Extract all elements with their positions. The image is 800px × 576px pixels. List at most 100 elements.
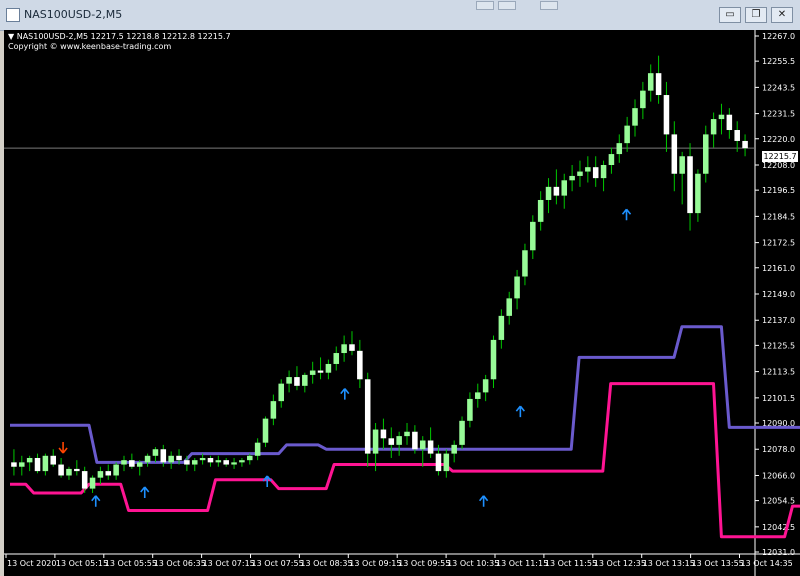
candle-body: [42, 455, 49, 472]
mdi-close-icon[interactable]: [540, 1, 558, 10]
y-tick-label: 12196.5: [762, 186, 795, 195]
candle-body: [569, 175, 575, 181]
candle-body: [726, 114, 733, 131]
candle-body: [396, 436, 402, 445]
candle-body: [718, 114, 725, 120]
arrow-up-icon: [515, 405, 525, 418]
arrow-up-icon: [340, 388, 350, 400]
candle-body: [435, 453, 442, 472]
y-tick-label: 12078.0: [762, 445, 795, 454]
y-tick-label: 12255.5: [762, 57, 795, 66]
window-titlebar: NAS100USD-2,M5 ▭ ❐ ✕: [0, 0, 800, 31]
x-tick-label: 13 Oct 09:15: [349, 559, 401, 568]
candle-body: [443, 453, 450, 472]
candle-body: [239, 460, 245, 463]
minimize-icon: ▭: [725, 9, 735, 20]
y-tick-label: 12267.0: [762, 32, 795, 41]
x-tick-label: 13 Oct 11:55: [545, 559, 597, 568]
mdi-restore-icon[interactable]: [476, 1, 494, 10]
x-tick-label: 13 Oct 09:55: [398, 559, 450, 568]
arrow-up-icon: [478, 495, 489, 507]
candle-body: [553, 186, 560, 196]
candle-body: [11, 462, 17, 467]
candle-body: [58, 464, 64, 476]
candle-body: [671, 134, 678, 174]
close-button[interactable]: ✕: [771, 7, 793, 23]
candle-body: [294, 377, 300, 386]
candle-body: [404, 431, 410, 437]
chart-window-icon: [6, 8, 20, 22]
candle-body: [364, 379, 371, 454]
candle-body: [561, 180, 568, 196]
candle-body: [537, 199, 544, 222]
candle-body: [34, 457, 41, 472]
candle-body: [270, 401, 277, 419]
candle-body: [475, 392, 481, 399]
y-tick-label: 12208.0: [762, 161, 795, 170]
arrow-up-icon: [91, 495, 101, 507]
arrow-up-icon: [140, 486, 150, 498]
candle-body: [608, 154, 615, 165]
candle-body: [514, 276, 520, 299]
candle-body: [498, 315, 505, 340]
minimize-button[interactable]: ▭: [719, 7, 741, 23]
window-title: NAS100USD-2,M5: [24, 8, 123, 21]
candle-body: [734, 130, 740, 141]
candle-body: [412, 431, 418, 450]
y-tick-label: 12137.0: [762, 316, 795, 325]
candle-body: [490, 339, 497, 380]
x-tick-label: 13 Oct 07:15: [203, 559, 255, 568]
candle-body: [530, 221, 536, 251]
price-chart[interactable]: 12267.0 12255.5 12243.5 12231.5 12220.0 12208…: [4, 30, 800, 576]
candle-body: [89, 477, 96, 489]
candle-body: [341, 344, 347, 354]
candle-body: [695, 173, 701, 214]
y-tick-label: 12149.0: [762, 290, 795, 299]
candle-body: [577, 171, 583, 176]
x-tick-label: 13 Oct 13:55: [692, 559, 744, 568]
chart-copyright: Copyright © www.keenbase-trading.com: [8, 42, 172, 51]
candle-body: [81, 471, 88, 489]
candle-body: [592, 167, 599, 179]
x-tick-label: 13 Oct 05:55: [105, 559, 157, 568]
candle-body: [451, 444, 457, 454]
candle-body: [199, 457, 206, 461]
mdi-maximize-icon[interactable]: [498, 1, 516, 10]
candle-body: [655, 73, 662, 96]
candle-body: [687, 156, 693, 214]
chart-canvas[interactable]: 12267.0 12255.5 12243.5 12231.5 12220.0 12208…: [4, 30, 800, 576]
maximize-button[interactable]: ❐: [745, 7, 767, 23]
x-tick-label: 13 Oct 08:35: [300, 559, 352, 568]
candle-body: [50, 455, 57, 465]
x-tick-label: 13 Oct 2020: [7, 559, 56, 568]
candle-body: [317, 370, 324, 373]
chart-menu-arrow-icon[interactable]: ▼: [8, 32, 14, 41]
candle-body: [254, 442, 261, 456]
y-tick-label: 12031.0: [762, 548, 795, 557]
candle-body: [136, 462, 143, 467]
y-tick-label: 12231.5: [762, 110, 795, 119]
candle-body: [309, 370, 316, 375]
candle-body: [223, 460, 229, 465]
candle-body: [467, 398, 473, 421]
close-icon: ✕: [777, 9, 787, 20]
candle-body: [191, 460, 198, 465]
candle-body: [247, 455, 253, 461]
upper-band-line: [10, 325, 800, 464]
candle-body: [231, 462, 237, 465]
candle-body: [710, 119, 717, 135]
candle-body: [545, 186, 552, 200]
candle-body: [325, 363, 332, 373]
y-tick-label: 12066.0: [762, 471, 795, 480]
x-tick-label: 13 Oct 12:35: [594, 559, 646, 568]
y-tick-label: 12243.5: [762, 83, 795, 92]
y-tick-label: 12125.5: [762, 341, 795, 350]
candle-body: [663, 95, 670, 135]
candle-body: [113, 464, 119, 476]
candle-body: [168, 455, 174, 463]
candle-body: [26, 457, 33, 463]
arrow-down-icon: [58, 442, 68, 454]
candle-body: [152, 449, 159, 456]
candle-body: [176, 455, 182, 461]
candle-body: [647, 73, 654, 91]
